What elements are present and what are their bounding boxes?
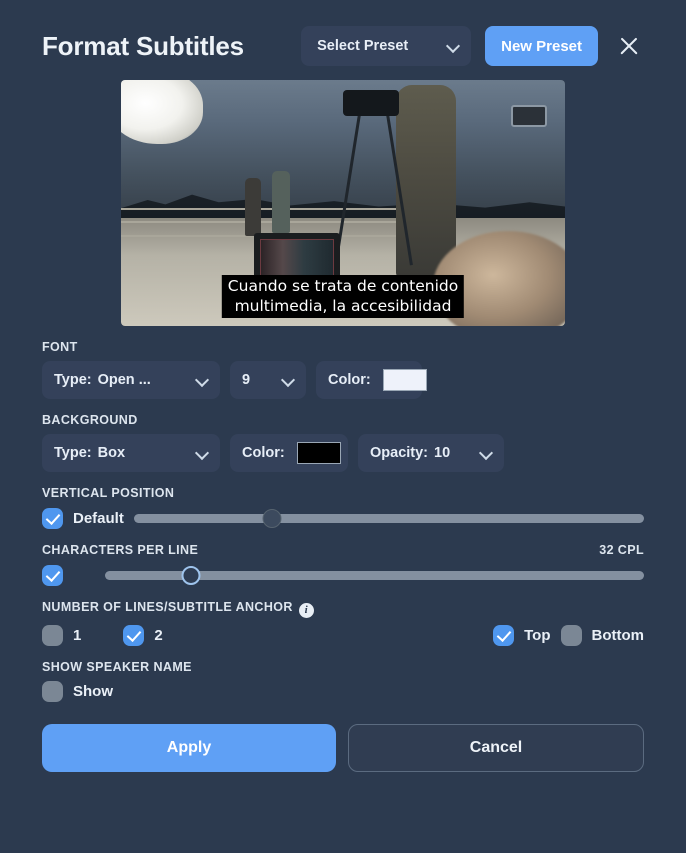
background-controls-row: Type: Box Color: Opacity: 10 xyxy=(42,434,644,472)
characters-per-line-section-label: CHARACTERS PER LINE xyxy=(42,543,199,557)
video-preview[interactable]: Cuando se trata de contenido multimedia,… xyxy=(121,80,565,326)
new-preset-button[interactable]: New Preset xyxy=(485,26,598,66)
characters-per-line-slider-thumb[interactable] xyxy=(181,565,201,585)
font-section-label: FONT xyxy=(42,340,78,354)
characters-per-line-header: CHARACTERS PER LINE 32 CPL xyxy=(42,543,644,557)
page-title: Format Subtitles xyxy=(42,30,244,61)
cancel-button[interactable]: Cancel xyxy=(348,723,644,772)
scene-camera xyxy=(343,89,399,116)
background-opacity-select[interactable]: Opacity: 10 xyxy=(358,434,504,472)
info-icon[interactable]: i xyxy=(298,602,314,618)
vertical-position-slider[interactable] xyxy=(133,507,644,529)
preset-select-label: Select Preset xyxy=(317,38,409,54)
scene-second-camera xyxy=(511,104,548,127)
anchor-bottom-label: Bottom xyxy=(591,626,645,644)
scene-softbox-light xyxy=(121,80,203,144)
scene-tripod xyxy=(352,114,404,267)
font-color-control[interactable]: Color: xyxy=(316,361,427,399)
font-size-value: 9 xyxy=(242,372,251,388)
font-type-value: Open ... xyxy=(97,372,151,388)
lines-option-1-checkbox[interactable] xyxy=(42,624,63,646)
background-color-swatch[interactable] xyxy=(296,442,341,464)
anchor-top-label: Top xyxy=(524,626,551,644)
lines-anchor-section-label: NUMBER OF LINES/SUBTITLE ANCHOR i xyxy=(42,600,644,618)
vertical-position-row: Default xyxy=(42,507,644,529)
preset-select[interactable]: Select Preset xyxy=(301,26,472,66)
characters-per-line-row xyxy=(42,564,644,586)
font-color-swatch[interactable] xyxy=(382,369,427,391)
chevron-down-icon xyxy=(196,447,208,459)
characters-per-line-slider[interactable] xyxy=(105,564,644,586)
lines-option-2-checkbox[interactable] xyxy=(123,624,145,646)
font-color-label: Color: xyxy=(328,372,371,388)
close-icon[interactable] xyxy=(614,31,644,61)
background-opacity-value: 10 xyxy=(434,445,451,461)
vertical-position-default-label: Default xyxy=(73,509,124,527)
chevron-down-icon xyxy=(447,40,459,52)
scene-person-b xyxy=(271,171,290,234)
speaker-name-row: Show xyxy=(42,680,644,702)
scene-person-a xyxy=(245,178,262,237)
subtitle-overlay: Cuando se trata de contenido multimedia,… xyxy=(221,275,465,318)
dialog-header: Format Subtitles Select Preset New Prese… xyxy=(42,0,644,78)
background-type-value: Box xyxy=(97,445,126,461)
scene-monitor-screen xyxy=(260,238,335,281)
chevron-down-icon xyxy=(282,374,294,386)
background-color-control[interactable]: Color: xyxy=(230,434,348,472)
font-controls-row: Type: Open ... 9 Color: xyxy=(42,361,644,399)
background-section-label: BACKGROUND xyxy=(42,413,138,427)
font-size-select[interactable]: 9 xyxy=(230,361,306,399)
vertical-position-slider-thumb[interactable] xyxy=(262,508,282,528)
subtitle-line-2: multimedia, la accesibilidad xyxy=(234,296,452,315)
chevron-down-icon xyxy=(480,447,492,459)
chevron-down-icon xyxy=(196,374,208,386)
anchor-top-checkbox[interactable] xyxy=(493,624,515,646)
vertical-position-default-checkbox[interactable] xyxy=(42,507,63,529)
format-subtitles-dialog: Format Subtitles Select Preset New Prese… xyxy=(0,0,686,853)
font-type-label: Type: xyxy=(54,372,92,388)
scene-camera-operator xyxy=(396,84,457,277)
lines-option-1-label: 1 xyxy=(73,626,82,644)
vertical-position-section-label: VERTICAL POSITION xyxy=(42,486,175,500)
background-color-label: Color: xyxy=(242,445,285,461)
font-type-select[interactable]: Type: Open ... xyxy=(42,361,220,399)
characters-per-line-checkbox[interactable] xyxy=(42,564,63,586)
dialog-footer: Apply Cancel xyxy=(42,723,644,772)
characters-per-line-value: 32 CPL xyxy=(599,543,644,557)
vertical-position-slider-track xyxy=(133,513,644,523)
apply-button[interactable]: Apply xyxy=(42,723,336,772)
anchor-bottom-checkbox[interactable] xyxy=(560,624,582,646)
show-speaker-name-label: Show xyxy=(73,682,113,700)
background-type-label: Type: xyxy=(54,445,92,461)
background-type-select[interactable]: Type: Box xyxy=(42,434,220,472)
background-opacity-label: Opacity: xyxy=(370,445,429,461)
speaker-name-section-label: SHOW SPEAKER NAME xyxy=(42,659,192,674)
lines-option-2-label: 2 xyxy=(154,626,163,644)
anchor-position-group: Top Bottom xyxy=(493,624,645,646)
subtitle-line-1: Cuando se trata de contenido xyxy=(227,277,459,296)
lines-anchor-label-text: NUMBER OF LINES/SUBTITLE ANCHOR xyxy=(42,600,293,614)
show-speaker-name-checkbox[interactable] xyxy=(42,680,63,702)
lines-anchor-row: 1 2 Top Bottom xyxy=(42,624,645,646)
